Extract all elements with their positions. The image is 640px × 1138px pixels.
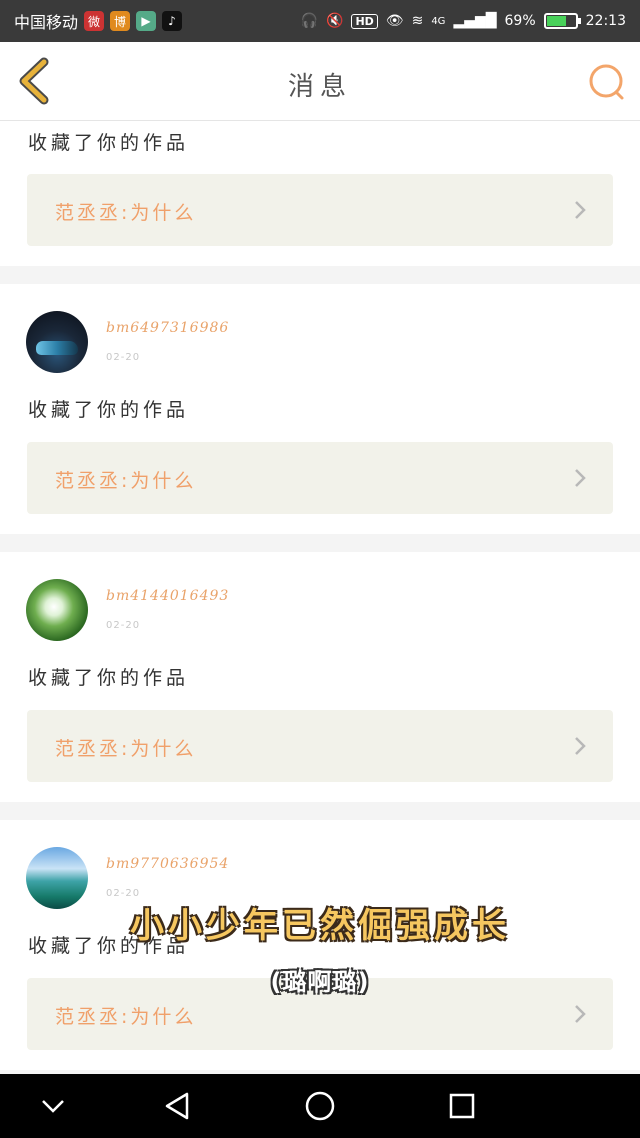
username[interactable]: bm4144016493: [106, 588, 229, 604]
chevron-right-icon: [575, 1005, 586, 1023]
notification-action: 收藏了你的作品: [28, 667, 190, 689]
notification-list: 收藏了你的作品 范丞丞:为什么 bm6497316986 02-20 收藏了你的…: [0, 121, 640, 1070]
avatar[interactable]: [26, 579, 88, 641]
notification-card: bm9770636954 02-20 收藏了你的作品 范丞丞:为什么: [0, 820, 640, 1070]
weibo-alt-app-icon: 博: [110, 11, 131, 31]
wifi-icon: ≋: [411, 13, 424, 29]
work-title: 范丞丞:为什么: [55, 1006, 197, 1028]
header-bar: 消息: [0, 42, 640, 121]
user-row: bm9770636954 02-20: [0, 820, 640, 918]
work-link[interactable]: 范丞丞:为什么: [27, 978, 613, 1050]
user-row: bm6497316986 02-20: [0, 284, 640, 382]
chevron-down-icon[interactable]: [33, 1086, 73, 1126]
notification-card: bm6497316986 02-20 收藏了你的作品 范丞丞:为什么: [0, 284, 640, 534]
user-row: bm4144016493 02-20: [0, 552, 640, 650]
work-link[interactable]: 范丞丞:为什么: [27, 174, 613, 246]
video-app-icon: ▶: [136, 11, 157, 31]
status-bar: 中国移动 微 博 ▶ ♪ 🎧 🔇 HD 👁 ≋ 4G ▂▄▆█ 69% 22:1…: [0, 0, 640, 42]
notification-date: 02-20: [106, 352, 141, 363]
headphones-icon: 🎧: [300, 13, 319, 29]
tiktok-app-icon: ♪: [162, 11, 183, 31]
clock: 22:13: [585, 13, 626, 29]
notification-action: 收藏了你的作品: [28, 399, 190, 421]
work-title: 范丞丞:为什么: [55, 202, 197, 224]
mute-icon: 🔇: [326, 13, 344, 29]
system-nav-bar: [0, 1074, 640, 1138]
work-title: 范丞丞:为什么: [55, 470, 197, 492]
avatar[interactable]: [26, 847, 88, 909]
network-label: 4G: [431, 15, 446, 27]
chevron-right-icon: [575, 737, 586, 755]
notification-date: 02-20: [106, 888, 141, 899]
search-icon[interactable]: [586, 62, 626, 102]
chevron-right-icon: [575, 469, 586, 487]
battery-icon: [543, 13, 581, 29]
battery-percent: 69%: [504, 13, 536, 29]
avatar[interactable]: [26, 311, 88, 373]
notification-action: 收藏了你的作品: [28, 132, 190, 154]
home-circle-icon[interactable]: [300, 1086, 340, 1126]
chevron-right-icon: [575, 201, 586, 219]
notification-card: 收藏了你的作品 范丞丞:为什么: [0, 121, 640, 266]
eye-icon: 👁: [385, 13, 404, 29]
weibo-app-icon: 微: [84, 11, 105, 31]
work-link[interactable]: 范丞丞:为什么: [27, 442, 613, 514]
notification-card: bm4144016493 02-20 收藏了你的作品 范丞丞:为什么: [0, 552, 640, 802]
username[interactable]: bm9770636954: [106, 856, 229, 872]
back-triangle-icon[interactable]: [158, 1086, 198, 1126]
notification-date: 02-20: [106, 620, 141, 631]
work-link[interactable]: 范丞丞:为什么: [27, 710, 613, 782]
notification-action: 收藏了你的作品: [28, 935, 190, 957]
recents-square-icon[interactable]: [442, 1086, 482, 1126]
signal-icon: ▂▄▆█: [453, 13, 497, 29]
page-title: 消息: [287, 72, 352, 102]
carrier-label: 中国移动: [14, 13, 79, 32]
work-title: 范丞丞:为什么: [55, 738, 197, 760]
hd-badge: HD: [351, 13, 378, 29]
username[interactable]: bm6497316986: [106, 320, 229, 336]
